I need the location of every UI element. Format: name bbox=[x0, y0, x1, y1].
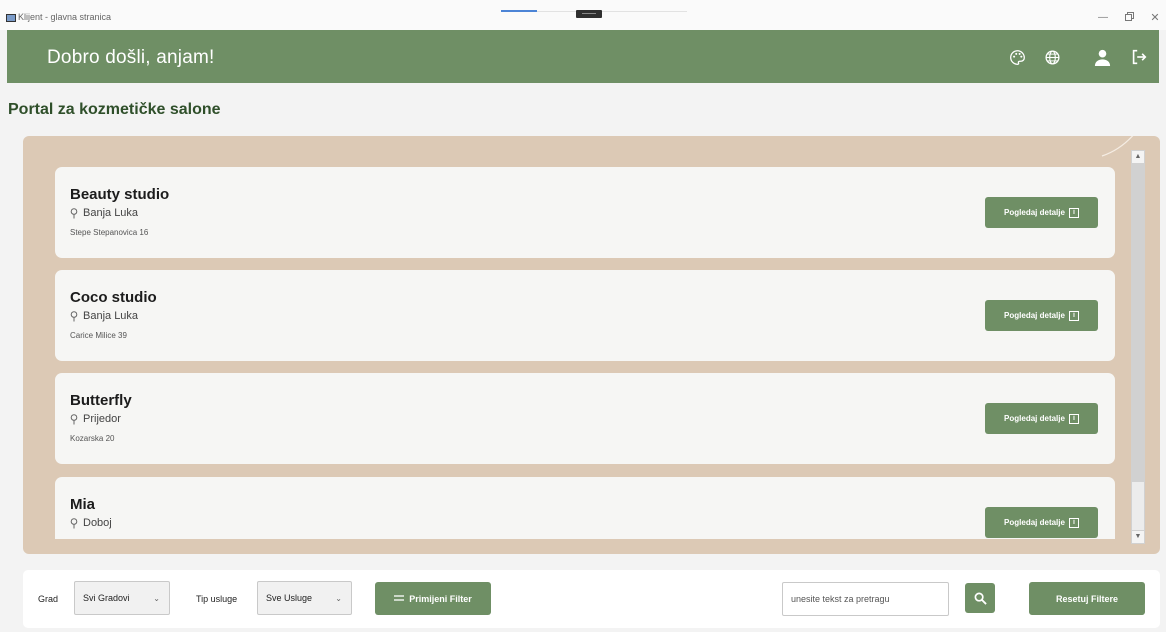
app-icon bbox=[6, 14, 16, 22]
salon-location: Doboj bbox=[70, 517, 112, 529]
view-details-label: Pogledaj detalje bbox=[1004, 311, 1065, 320]
service-select[interactable]: Sve Usluge ⌄ bbox=[257, 581, 352, 615]
view-details-button[interactable]: Pogledaj detalje i bbox=[985, 300, 1098, 331]
city-filter-label: Grad bbox=[38, 594, 59, 604]
salon-card: Beauty studio Banja Luka Stepe Stepanovi… bbox=[55, 167, 1115, 258]
view-details-button[interactable]: Pogledaj detalje i bbox=[985, 507, 1098, 538]
maximize-button[interactable] bbox=[1122, 12, 1136, 24]
salon-name: Mia bbox=[70, 496, 96, 513]
view-details-label: Pogledaj detalje bbox=[1004, 518, 1065, 527]
info-icon: i bbox=[1068, 413, 1079, 424]
palette-icon[interactable] bbox=[1006, 46, 1028, 68]
app-header: Dobro došli, anjam! bbox=[7, 30, 1159, 83]
view-details-button[interactable]: Pogledaj detalje i bbox=[985, 197, 1098, 228]
salon-location: Banja Luka bbox=[70, 207, 138, 219]
salon-list[interactable]: Beauty studio Banja Luka Stepe Stepanovi… bbox=[55, 167, 1115, 539]
location-pin-icon bbox=[70, 310, 78, 321]
close-window-button[interactable]: ✕ bbox=[1148, 12, 1162, 24]
salon-address: Kozarska 20 bbox=[70, 434, 115, 443]
welcome-text: Dobro došli, anjam! bbox=[47, 47, 215, 68]
window-title: Klijent - glavna stranica bbox=[18, 12, 112, 22]
globe-icon[interactable] bbox=[1041, 46, 1063, 68]
list-scrollbar[interactable]: ▲ ▼ bbox=[1131, 150, 1145, 544]
salon-card: Coco studio Banja Luka Carice Milice 39 … bbox=[55, 270, 1115, 361]
drag-handle[interactable] bbox=[576, 10, 602, 18]
snap-indicator bbox=[501, 10, 537, 12]
minimize-button[interactable]: — bbox=[1096, 12, 1110, 24]
search-input[interactable] bbox=[782, 582, 949, 616]
city-select-value: Svi Gradovi bbox=[83, 593, 130, 603]
salon-location: Prijedor bbox=[70, 413, 121, 425]
window-titlebar: Klijent - glavna stranica — ✕ bbox=[0, 0, 1166, 30]
search-icon bbox=[974, 592, 987, 605]
page-title: Portal za kozmetičke salone bbox=[8, 101, 221, 118]
salon-name: Butterfly bbox=[70, 392, 132, 409]
info-icon: i bbox=[1068, 517, 1079, 528]
city-select[interactable]: Svi Gradovi ⌄ bbox=[74, 581, 170, 615]
salon-address: Carice Milice 39 bbox=[70, 331, 127, 340]
apply-filter-label: Primijeni Filter bbox=[409, 593, 472, 604]
service-select-value: Sve Usluge bbox=[266, 593, 313, 603]
filter-lines-icon bbox=[394, 595, 405, 601]
apply-filter-button[interactable]: Primijeni Filter bbox=[375, 582, 491, 615]
salon-city: Prijedor bbox=[83, 413, 121, 425]
view-details-label: Pogledaj detalje bbox=[1004, 414, 1065, 423]
location-pin-icon bbox=[70, 207, 78, 218]
info-icon: i bbox=[1068, 207, 1079, 218]
salon-card: Mia Doboj Pogledaj detalje i bbox=[55, 477, 1115, 539]
salon-name: Beauty studio bbox=[70, 186, 170, 203]
location-pin-icon bbox=[70, 413, 78, 424]
salon-card: Butterfly Prijedor Kozarska 20 Pogledaj … bbox=[55, 373, 1115, 464]
scrollbar-track[interactable] bbox=[1132, 482, 1144, 530]
salon-city: Doboj bbox=[83, 517, 112, 529]
service-filter-label: Tip usluge bbox=[196, 594, 238, 604]
chevron-down-icon: ⌄ bbox=[153, 594, 160, 603]
scroll-down-icon[interactable]: ▼ bbox=[1132, 531, 1144, 543]
search-button[interactable] bbox=[965, 583, 995, 613]
restore-icon bbox=[1124, 12, 1134, 21]
salon-city: Banja Luka bbox=[83, 207, 139, 219]
view-details-label: Pogledaj detalje bbox=[1004, 208, 1065, 217]
salon-address: Stepe Stepanovica 16 bbox=[70, 228, 149, 237]
user-icon[interactable] bbox=[1091, 46, 1113, 68]
salon-city: Banja Luka bbox=[83, 310, 139, 322]
salon-list-panel: Beauty studio Banja Luka Stepe Stepanovi… bbox=[23, 136, 1160, 554]
salon-name: Coco studio bbox=[70, 289, 157, 306]
chevron-down-icon: ⌄ bbox=[335, 594, 342, 603]
salon-location: Banja Luka bbox=[70, 310, 138, 322]
info-icon: i bbox=[1068, 310, 1079, 321]
logout-icon[interactable] bbox=[1128, 46, 1150, 68]
location-pin-icon bbox=[70, 517, 78, 528]
scroll-up-icon[interactable]: ▲ bbox=[1132, 151, 1144, 163]
snap-line bbox=[537, 11, 687, 12]
filter-bar: Grad Svi Gradovi ⌄ Tip usluge Sve Usluge… bbox=[23, 570, 1160, 628]
reset-filters-button[interactable]: Resetuj Filtere bbox=[1029, 582, 1145, 615]
view-details-button[interactable]: Pogledaj detalje i bbox=[985, 403, 1098, 434]
